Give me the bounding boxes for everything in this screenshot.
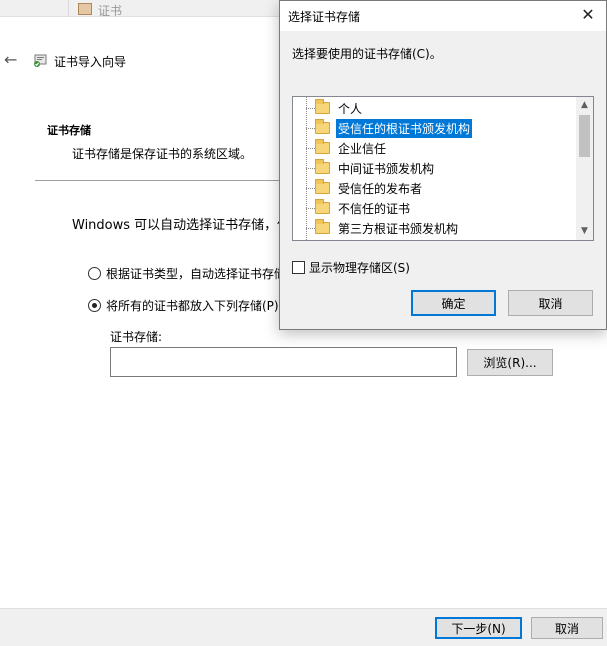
- section-description: 证书存储是保存证书的系统区域。: [72, 147, 253, 161]
- tree-item-label: 个人: [338, 101, 363, 116]
- select-store-dialog: 选择证书存储 ✕ 选择要使用的证书存储(C)。 个人 受信任的根证书颁发机构 企…: [279, 0, 607, 330]
- next-button[interactable]: 下一步(N): [435, 617, 522, 639]
- folder-icon: [315, 179, 330, 194]
- tree-item-intermediate[interactable]: 中间证书颁发机构: [306, 158, 436, 178]
- tree-item-label: 受信任的根证书颁发机构: [336, 118, 473, 138]
- folder-icon: [315, 119, 330, 134]
- scroll-thumb[interactable]: [579, 115, 590, 157]
- certificate-wizard-icon: [34, 54, 47, 67]
- folder-icon: [315, 99, 330, 114]
- radio-label: 将所有的证书都放入下列存储(P): [106, 299, 279, 313]
- back-arrow-icon[interactable]: ←: [4, 52, 20, 68]
- tree-scrollbar[interactable]: ▲ ▼: [576, 97, 593, 240]
- tree-item-label: 中间证书颁发机构: [338, 161, 435, 176]
- tree-item-trusted-root[interactable]: 受信任的根证书颁发机构: [306, 118, 473, 138]
- checkbox-label: 显示物理存储区(S): [309, 261, 410, 275]
- certificate-icon: [78, 3, 92, 15]
- intro-text: Windows 可以自动选择证书存储，你也: [72, 218, 304, 233]
- scroll-down-icon[interactable]: ▼: [576, 223, 593, 240]
- scroll-up-icon[interactable]: ▲: [576, 97, 593, 114]
- tree-item-trusted-publishers[interactable]: 受信任的发布者: [306, 178, 424, 198]
- tree-item-third-party-root[interactable]: 第三方根证书颁发机构: [306, 218, 460, 238]
- tree-item-untrusted[interactable]: 不信任的证书: [306, 198, 412, 218]
- cancel-button[interactable]: 取消: [531, 617, 603, 639]
- show-physical-stores-checkbox[interactable]: 显示物理存储区(S): [292, 259, 410, 276]
- folder-icon: [315, 219, 330, 234]
- tree-item-label: 第三方根证书颁发机构: [338, 221, 459, 236]
- wizard-title: 证书导入向导: [54, 55, 127, 69]
- radio-place-all[interactable]: 将所有的证书都放入下列存储(P): [88, 297, 279, 314]
- checkbox[interactable]: [292, 261, 305, 274]
- radio-button-checked[interactable]: [88, 299, 101, 312]
- section-heading: 证书存储: [47, 124, 91, 137]
- tree-item-label: 不信任的证书: [338, 201, 411, 216]
- folder-icon: [315, 139, 330, 154]
- tree-item-enterprise-trust[interactable]: 企业信任: [306, 138, 388, 158]
- tree-item-personal[interactable]: 个人: [306, 98, 364, 118]
- store-field[interactable]: [110, 347, 457, 377]
- folder-icon: [315, 199, 330, 214]
- store-tree[interactable]: 个人 受信任的根证书颁发机构 企业信任 中间证书颁发机构 受信任的发布者 不信任…: [292, 96, 594, 241]
- tree-item-label: 企业信任: [338, 141, 387, 156]
- close-icon[interactable]: ✕: [578, 5, 598, 25]
- dialog-prompt: 选择要使用的证书存储(C)。: [292, 47, 442, 61]
- folder-icon: [315, 159, 330, 174]
- background-tab-title: 证书: [98, 4, 123, 18]
- tree-item-label: 受信任的发布者: [338, 181, 423, 196]
- radio-label: 根据证书类型，自动选择证书存储: [106, 267, 287, 281]
- tree-connector-line: [306, 97, 307, 240]
- store-label: 证书存储:: [110, 330, 163, 344]
- radio-button[interactable]: [88, 267, 101, 280]
- ok-button[interactable]: 确定: [411, 290, 496, 316]
- dialog-title: 选择证书存储: [288, 10, 361, 24]
- dialog-cancel-button[interactable]: 取消: [508, 290, 593, 316]
- dialog-titlebar[interactable]: 选择证书存储 ✕: [280, 1, 606, 31]
- radio-auto-select[interactable]: 根据证书类型，自动选择证书存储: [88, 265, 286, 282]
- browse-button[interactable]: 浏览(R)...: [467, 349, 553, 376]
